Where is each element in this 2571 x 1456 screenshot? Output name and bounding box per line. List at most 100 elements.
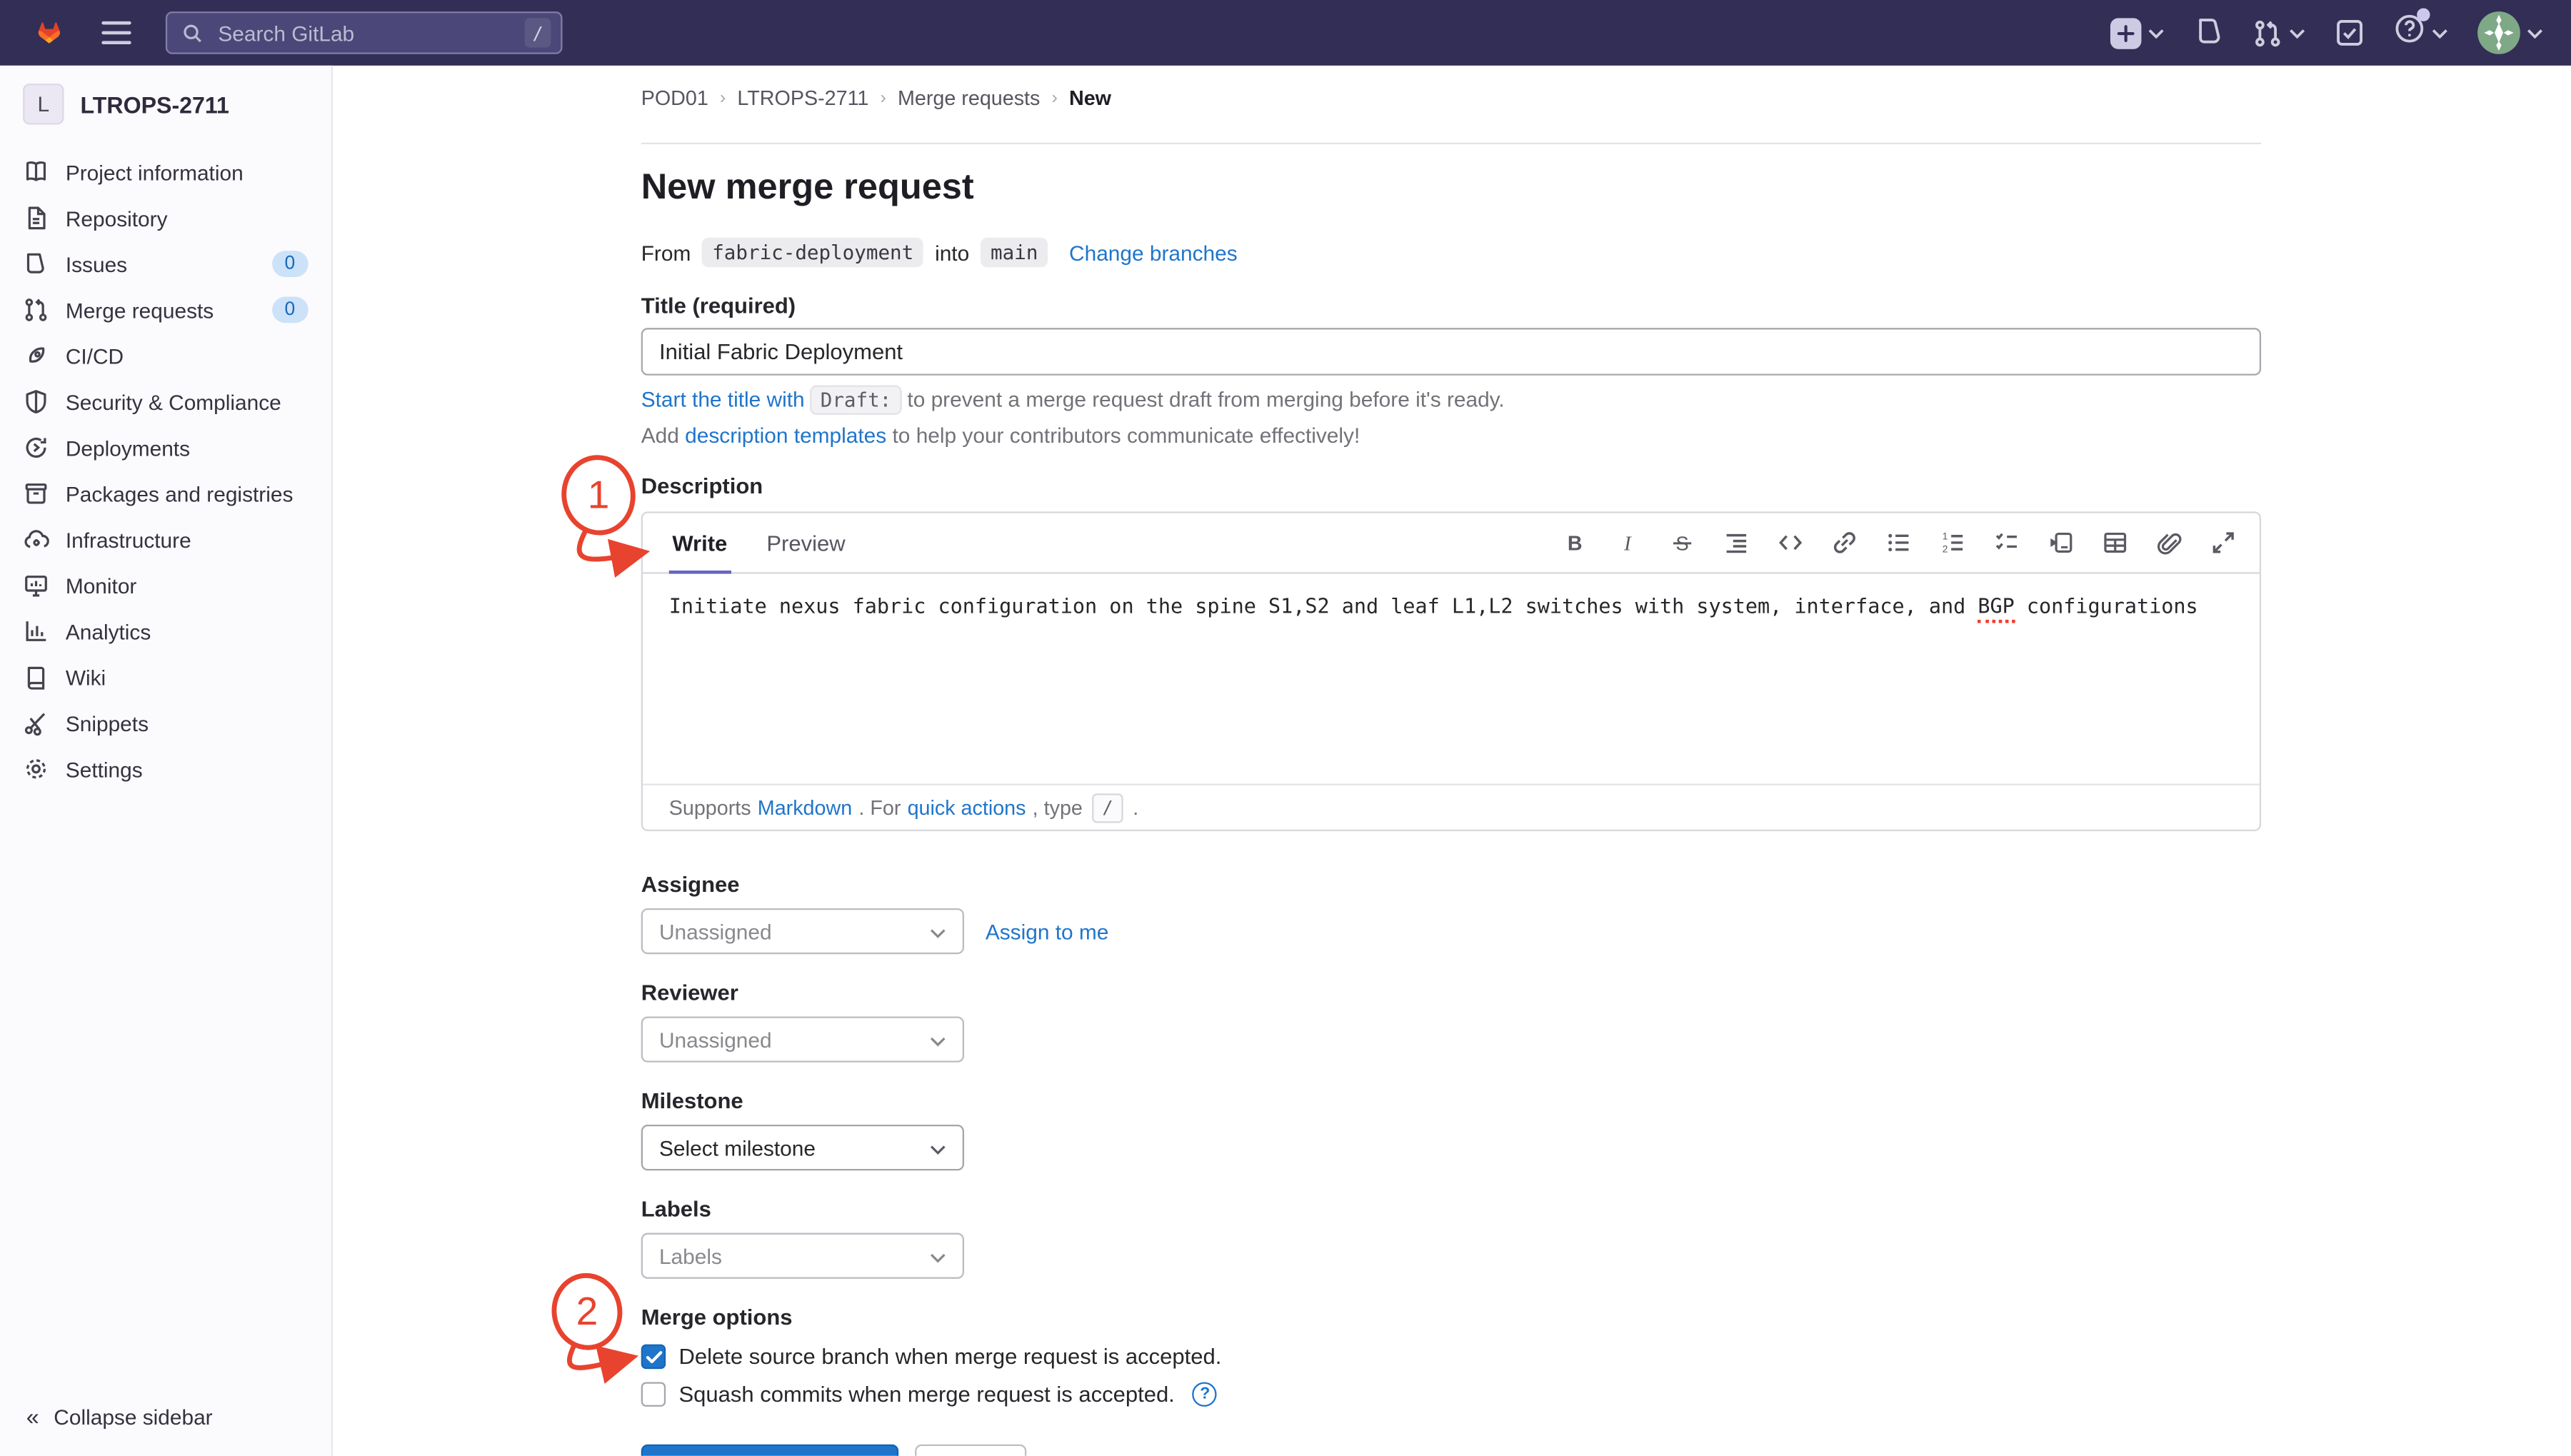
todo-check-icon bbox=[2335, 18, 2364, 47]
strikethrough-icon[interactable]: S bbox=[1668, 528, 1695, 556]
from-label: From bbox=[641, 240, 691, 264]
tab-preview[interactable]: Preview bbox=[763, 513, 848, 573]
sidebar-item-merge-requests[interactable]: Merge requests 0 bbox=[0, 287, 331, 333]
sidebar-item-label: Security & Compliance bbox=[66, 389, 281, 413]
merge-request-icon bbox=[2253, 17, 2282, 49]
description-misspelled-word: BGP bbox=[1978, 593, 2014, 623]
collapsible-section-icon[interactable] bbox=[2046, 528, 2074, 556]
editor-header: Write Preview B I S 12 bbox=[643, 513, 2260, 574]
description-textarea[interactable]: Initiate nexus fabric configuration on t… bbox=[643, 574, 2260, 784]
assignee-label: Assignee bbox=[641, 872, 2261, 896]
shield-icon bbox=[23, 388, 49, 415]
search-input[interactable] bbox=[215, 19, 513, 46]
chevron-down-icon bbox=[930, 1027, 946, 1051]
footer-text: . bbox=[1133, 796, 1138, 819]
numbered-list-icon[interactable]: 12 bbox=[1938, 528, 1966, 556]
sidebar-project-header[interactable]: L LTROPS-2711 bbox=[0, 66, 331, 139]
tab-write[interactable]: Write bbox=[669, 513, 731, 573]
description-text: Initiate nexus fabric configuration on t… bbox=[669, 593, 1978, 618]
gitlab-logo-icon[interactable] bbox=[28, 11, 71, 54]
double-chevron-left-icon: « bbox=[26, 1403, 39, 1430]
bold-icon[interactable]: B bbox=[1559, 528, 1587, 556]
todos-button[interactable] bbox=[2335, 18, 2364, 47]
issues-nav-button[interactable] bbox=[2194, 16, 2223, 49]
sidebar-item-analytics[interactable]: Analytics bbox=[0, 608, 331, 654]
breadcrumb-separator: › bbox=[720, 88, 726, 108]
merge-requests-nav-button[interactable] bbox=[2253, 17, 2305, 49]
reviewer-dropdown[interactable]: Unassigned bbox=[641, 1016, 964, 1062]
squash-help-icon[interactable]: ? bbox=[1193, 1382, 1217, 1406]
description-editor: Write Preview B I S 12 bbox=[641, 511, 2261, 831]
description-field-label: Description bbox=[641, 474, 2261, 498]
chevron-down-icon bbox=[2289, 27, 2305, 39]
code-icon[interactable] bbox=[1775, 528, 1803, 556]
assignee-dropdown[interactable]: Unassigned bbox=[641, 908, 964, 954]
description-templates-link[interactable]: description templates bbox=[685, 423, 886, 447]
sidebar-item-infrastructure[interactable]: Infrastructure bbox=[0, 516, 331, 562]
rocket-icon bbox=[23, 343, 49, 369]
sidebar-item-security-compliance[interactable]: Security & Compliance bbox=[0, 378, 331, 424]
svg-text:1: 1 bbox=[1942, 531, 1948, 541]
project-name: LTROPS-2711 bbox=[81, 91, 229, 117]
sidebar-item-wiki[interactable]: Wiki bbox=[0, 654, 331, 700]
package-icon bbox=[23, 481, 49, 507]
labels-dropdown[interactable]: Labels bbox=[641, 1233, 964, 1279]
target-branch-chip: main bbox=[981, 238, 1048, 267]
wiki-book-icon bbox=[23, 664, 49, 691]
markdown-link[interactable]: Markdown bbox=[758, 796, 852, 819]
cloud-gear-icon bbox=[23, 526, 49, 553]
sidebar-item-project-information[interactable]: Project information bbox=[0, 149, 331, 195]
sidebar-item-settings[interactable]: Settings bbox=[0, 746, 331, 792]
table-icon[interactable] bbox=[2100, 528, 2128, 556]
assign-to-me-link[interactable]: Assign to me bbox=[986, 919, 1109, 943]
delete-source-branch-checkbox[interactable] bbox=[641, 1345, 666, 1369]
start-title-with-link[interactable]: Start the title with bbox=[641, 387, 805, 411]
sidebar-item-monitor[interactable]: Monitor bbox=[0, 563, 331, 608]
cancel-button[interactable]: Cancel bbox=[916, 1445, 1027, 1456]
sidebar-item-packages-registries[interactable]: Packages and registries bbox=[0, 471, 331, 516]
breadcrumb-group[interactable]: POD01 bbox=[641, 86, 708, 109]
draft-code-chip: Draft: bbox=[811, 386, 901, 415]
new-menu-button[interactable] bbox=[2110, 17, 2165, 49]
breadcrumb-divider bbox=[641, 143, 2261, 144]
merge-request-icon bbox=[23, 297, 49, 323]
template-hint-prefix: Add bbox=[641, 423, 679, 447]
squash-commits-checkbox[interactable] bbox=[641, 1382, 666, 1406]
sidebar-item-issues[interactable]: Issues 0 bbox=[0, 241, 331, 287]
sidebar-item-cicd[interactable]: CI/CD bbox=[0, 333, 331, 378]
global-search[interactable]: / bbox=[166, 11, 563, 54]
file-icon bbox=[23, 205, 49, 231]
sidebar-item-repository[interactable]: Repository bbox=[0, 195, 331, 241]
monitor-icon bbox=[23, 572, 49, 598]
sidebar-item-deployments[interactable]: Deployments bbox=[0, 425, 331, 471]
user-menu-button[interactable] bbox=[2477, 11, 2543, 54]
collapse-sidebar-button[interactable]: « Collapse sidebar bbox=[0, 1390, 239, 1442]
svg-text:B: B bbox=[1567, 532, 1582, 555]
link-icon[interactable] bbox=[1830, 528, 1858, 556]
quick-actions-link[interactable]: quick actions bbox=[908, 796, 1026, 819]
create-merge-request-button[interactable]: Create merge request bbox=[641, 1445, 899, 1456]
title-input[interactable] bbox=[641, 328, 2261, 376]
reviewer-label: Reviewer bbox=[641, 980, 2261, 1005]
breadcrumb-project[interactable]: LTROPS-2711 bbox=[737, 86, 868, 109]
breadcrumb-merge-requests[interactable]: Merge requests bbox=[898, 86, 1040, 109]
bulleted-list-icon[interactable] bbox=[1884, 528, 1912, 556]
hamburger-menu-icon[interactable] bbox=[101, 21, 131, 44]
quote-icon[interactable] bbox=[1722, 528, 1750, 556]
help-menu-button[interactable] bbox=[2394, 13, 2448, 52]
breadcrumb-current: New bbox=[1069, 86, 1111, 109]
change-branches-link[interactable]: Change branches bbox=[1069, 240, 1238, 264]
task-list-icon[interactable] bbox=[1993, 528, 2020, 556]
sidebar-nav: Project information Repository Issues 0 … bbox=[0, 149, 331, 792]
notification-dot bbox=[2417, 8, 2430, 21]
sidebar-item-snippets[interactable]: Snippets bbox=[0, 700, 331, 745]
sidebar-item-label: Packages and registries bbox=[66, 481, 294, 506]
attach-file-icon[interactable] bbox=[2155, 528, 2182, 556]
milestone-dropdown[interactable]: Select milestone bbox=[641, 1125, 964, 1170]
search-shortcut-key: / bbox=[525, 18, 551, 47]
footer-text: , type bbox=[1033, 796, 1083, 819]
full-screen-icon[interactable] bbox=[2209, 528, 2237, 556]
sidebar-item-label: Infrastructure bbox=[66, 527, 191, 551]
chevron-down-icon bbox=[930, 1135, 946, 1160]
italic-icon[interactable]: I bbox=[1613, 528, 1641, 556]
